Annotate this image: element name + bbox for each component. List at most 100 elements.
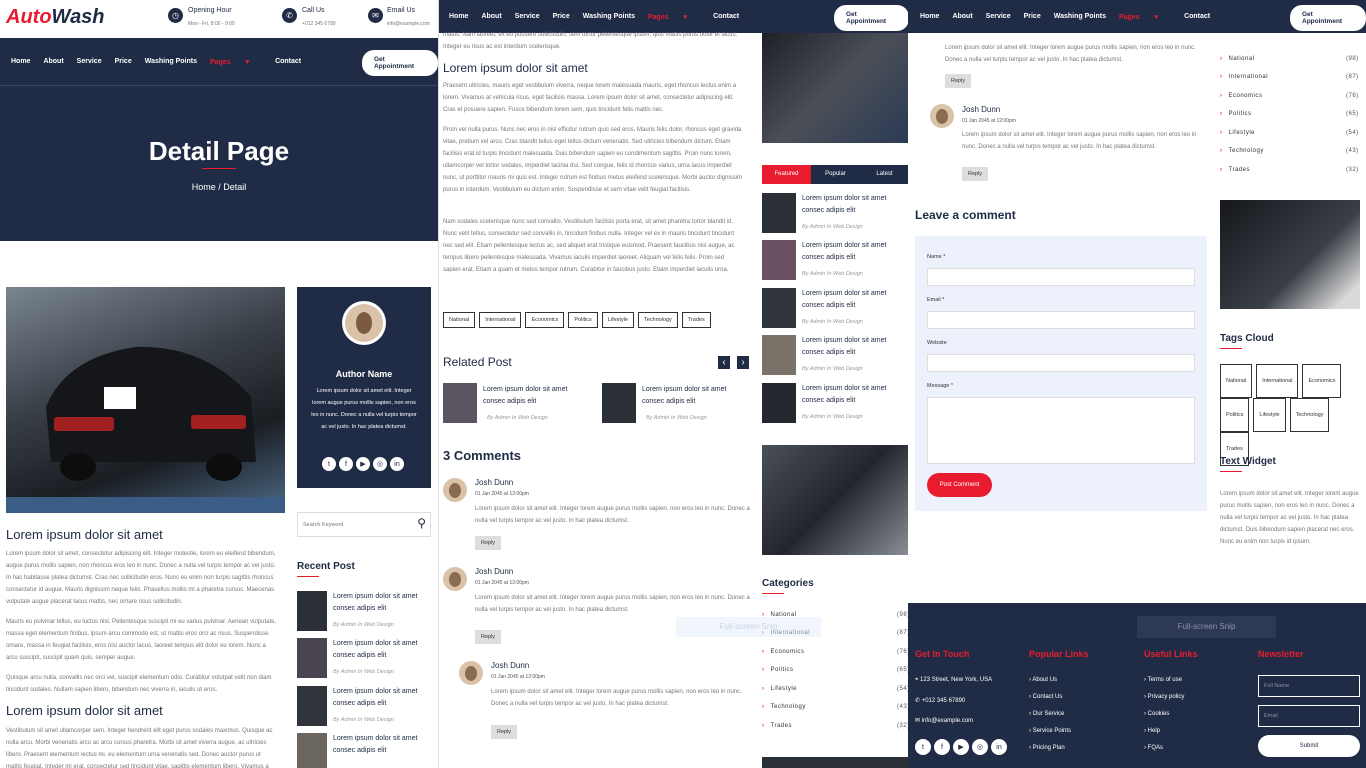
nav-about[interactable]: About [481, 13, 501, 20]
nav-pages[interactable]: Pages ▾ [210, 58, 262, 66]
reply-button[interactable]: Reply [475, 536, 502, 550]
message-field[interactable] [927, 397, 1195, 464]
category-item[interactable]: › Lifestyle (54) [1220, 130, 1366, 136]
nav-service[interactable]: Service [986, 13, 1011, 20]
related-post[interactable]: Lorem ipsum dolor sit amet consec adipis… [443, 383, 593, 425]
related-post[interactable]: Lorem ipsum dolor sit amet consec adipis… [602, 383, 752, 425]
list-item[interactable]: Lorem ipsum dolor sit amet consec adipis… [297, 686, 431, 728]
appointment-button[interactable]: Get Appointment [362, 50, 438, 76]
twitter-icon[interactable]: t [915, 739, 931, 755]
newsletter-submit-button[interactable]: Submit [1258, 735, 1360, 757]
nav-washing-points[interactable]: Washing Points [1054, 13, 1106, 20]
tag-lifestyle[interactable]: Lifestyle [601, 312, 634, 328]
nav-price[interactable]: Price [115, 58, 132, 65]
nav-washing-points[interactable]: Washing Points [145, 58, 197, 65]
tag-national[interactable]: National [1220, 364, 1253, 398]
nav-contact[interactable]: Contact [1184, 13, 1210, 20]
appointment-button[interactable]: Get Appointment [834, 5, 908, 31]
tag-economics[interactable]: Economics [1302, 364, 1342, 398]
reply-button[interactable]: Reply [475, 630, 502, 644]
name-field[interactable] [927, 268, 1195, 286]
tab-popular[interactable]: Popular [811, 165, 860, 184]
nav-price[interactable]: Price [1024, 13, 1041, 20]
nav-about[interactable]: About [43, 58, 63, 65]
appointment-button[interactable]: Get Appointment [1290, 5, 1366, 31]
newsletter-name-input[interactable]: Full Name [1258, 675, 1360, 697]
facebook-icon[interactable]: f [934, 739, 950, 755]
nav-home[interactable]: Home [920, 13, 939, 20]
footer-link[interactable]: › Our Service [1029, 711, 1064, 717]
tag-trades[interactable]: Trades [681, 312, 711, 328]
footer-link[interactable]: › Help [1144, 728, 1160, 734]
tab-featured[interactable]: Featured [762, 165, 811, 184]
tag-international[interactable]: International [479, 312, 522, 328]
footer-link[interactable]: › Pricing Plan [1029, 745, 1065, 751]
nav-washing-points[interactable]: Washing Points [583, 13, 635, 20]
footer-link[interactable]: › Service Points [1029, 728, 1071, 734]
category-item[interactable]: › Economics (76) [1220, 93, 1366, 99]
nav-pages[interactable]: Pages ▾ [1119, 13, 1171, 21]
footer-link[interactable]: › Cookies [1144, 711, 1169, 717]
breadcrumb-home[interactable]: Home [192, 182, 216, 192]
category-item[interactable]: › Politics (65) [762, 667, 908, 673]
youtube-icon[interactable]: ▶ [356, 457, 370, 471]
list-item[interactable]: Lorem ipsum dolor sit amet consec adipis… [297, 733, 431, 768]
facebook-icon[interactable]: f [339, 457, 353, 471]
list-item[interactable]: Lorem ipsum dolor sit amet consec adipis… [297, 638, 431, 680]
category-item[interactable]: › Politics (65) [1220, 111, 1366, 117]
nav-about[interactable]: About [952, 13, 972, 20]
footer-link[interactable]: › Contact Us [1029, 694, 1062, 700]
newsletter-email-input[interactable]: Email [1258, 705, 1360, 727]
search-input[interactable] [298, 513, 408, 536]
linkedin-icon[interactable]: in [991, 739, 1007, 755]
list-item[interactable]: Lorem ipsum dolor sit amet consec adipis… [762, 193, 908, 235]
tag-economics[interactable]: Economics [525, 312, 565, 328]
post-comment-button[interactable]: Post Comment [927, 473, 992, 497]
footer-link[interactable]: › Privacy policy [1144, 694, 1184, 700]
tab-latest[interactable]: Latest [860, 165, 908, 184]
footer-link[interactable]: › Terms of use [1144, 677, 1182, 683]
nav-contact[interactable]: Contact [713, 13, 739, 20]
snip-overlay[interactable]: Full-screen Snip [676, 617, 821, 637]
category-item[interactable]: › Technology (43) [762, 704, 908, 710]
list-item[interactable]: Lorem ipsum dolor sit amet consec adipis… [762, 335, 908, 377]
nav-home[interactable]: Home [11, 58, 30, 65]
list-item[interactable]: Lorem ipsum dolor sit amet consec adipis… [762, 383, 908, 425]
instagram-icon[interactable]: ◎ [373, 457, 387, 471]
reply-button[interactable]: Reply [491, 725, 518, 739]
search-icon[interactable]: ⚲ [417, 516, 426, 530]
footer-link[interactable]: › FQAs [1144, 745, 1163, 751]
linkedin-icon[interactable]: in [390, 457, 404, 471]
reply-button[interactable]: Reply [945, 74, 972, 88]
list-item[interactable]: Lorem ipsum dolor sit amet consec adipis… [762, 288, 908, 330]
category-item[interactable]: › Trades (32) [762, 723, 908, 729]
nav-service[interactable]: Service [77, 58, 102, 65]
website-field[interactable] [927, 354, 1195, 372]
tag-politics[interactable]: Politics [1220, 398, 1250, 432]
snip-overlay[interactable]: Full-screen Snip [1137, 616, 1276, 638]
nav-price[interactable]: Price [553, 13, 570, 20]
related-next-button[interactable]: › [737, 356, 749, 369]
tag-national[interactable]: National [443, 312, 476, 328]
list-item[interactable]: Lorem ipsum dolor sit amet consec adipis… [297, 591, 431, 633]
tag-international[interactable]: International [1256, 364, 1299, 398]
twitter-icon[interactable]: t [322, 457, 336, 471]
list-item[interactable]: Lorem ipsum dolor sit amet consec adipis… [762, 240, 908, 282]
youtube-icon[interactable]: ▶ [953, 739, 969, 755]
category-item[interactable]: › International (87) [1220, 74, 1366, 80]
tag-politics[interactable]: Politics [568, 312, 598, 328]
nav-home[interactable]: Home [449, 13, 468, 20]
nav-contact[interactable]: Contact [275, 58, 301, 65]
tag-technology[interactable]: Technology [637, 312, 678, 328]
nav-service[interactable]: Service [515, 13, 540, 20]
reply-button[interactable]: Reply [962, 167, 989, 181]
email-field[interactable] [927, 311, 1195, 329]
tag-technology[interactable]: Technology [1289, 398, 1330, 432]
category-item[interactable]: › Lifestyle (54) [762, 686, 908, 692]
category-item[interactable]: › Trades (32) [1220, 167, 1366, 173]
instagram-icon[interactable]: ◎ [972, 739, 988, 755]
category-item[interactable]: › Technology (43) [1220, 148, 1366, 154]
footer-link[interactable]: › About Us [1029, 677, 1057, 683]
category-item[interactable]: › Economics (76) [762, 649, 908, 655]
brand-logo[interactable]: AutoWash [6, 6, 105, 29]
